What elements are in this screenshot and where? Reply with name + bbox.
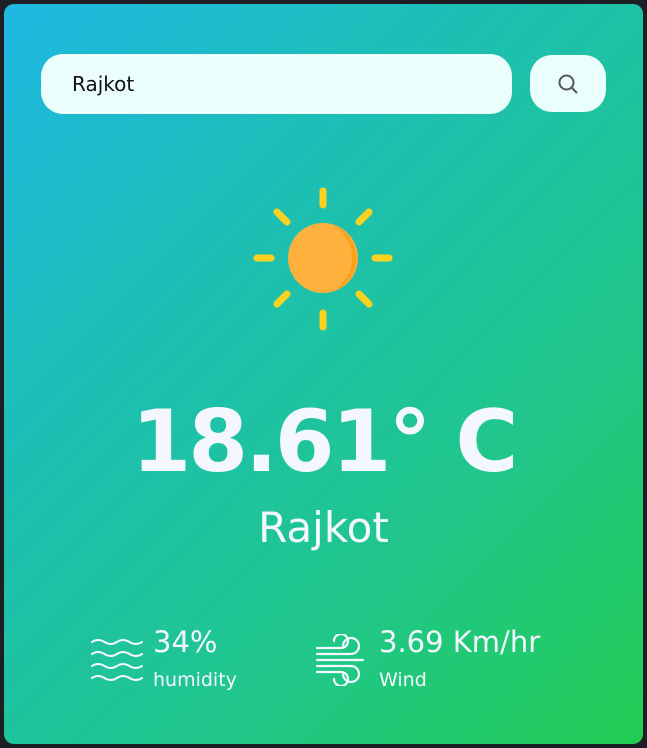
wind-label: Wind <box>379 669 427 691</box>
humidity-value: 34% <box>153 625 218 659</box>
humidity-label: humidity <box>153 669 237 691</box>
search-icon <box>558 74 578 93</box>
sun-icon <box>253 187 393 331</box>
search-input[interactable] <box>41 54 512 114</box>
search-button[interactable] <box>530 55 606 112</box>
wind-icon <box>315 634 365 686</box>
wind-stat: 3.69 Km/hr Wind <box>315 624 575 704</box>
humidity-waves-icon <box>91 639 143 681</box>
city-name: Rajkot <box>258 503 389 552</box>
search-bar <box>41 54 606 114</box>
weather-card: 18.61° C Rajkot 34% humidity 3.69 Km/ <box>4 4 643 744</box>
humidity-stat: 34% humidity <box>91 624 291 704</box>
wind-value: 3.69 Km/hr <box>379 625 541 659</box>
temperature-value: 18.61° C <box>131 392 518 492</box>
